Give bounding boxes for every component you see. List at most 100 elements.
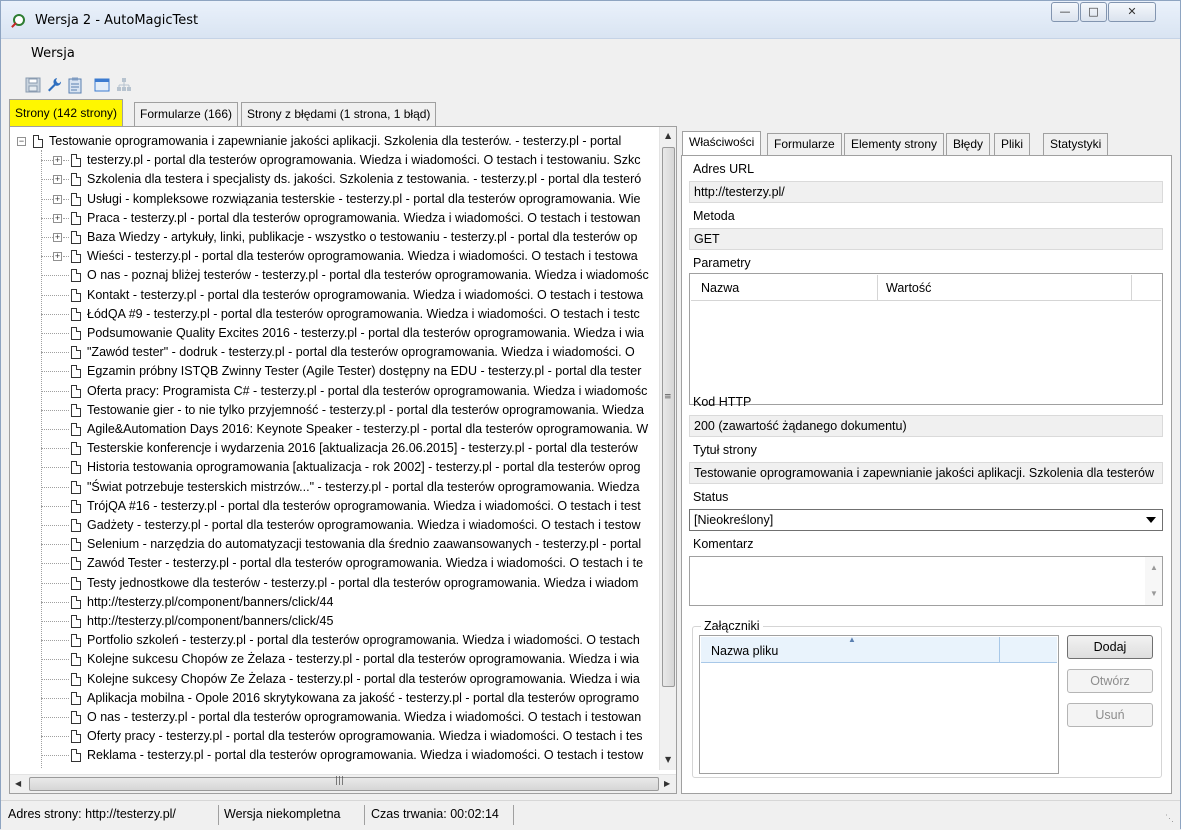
expand-icon[interactable]: + [53,156,62,166]
wrench-icon[interactable] [46,77,64,94]
params-grid[interactable]: Nazwa Wartość [689,273,1163,405]
status-select[interactable]: [Nieokreślony] [689,509,1163,531]
expand-icon[interactable]: + [53,194,62,204]
attachments-grid[interactable]: Nazwa pliku ▲ [699,635,1059,774]
tree-item[interactable]: http://testerzy.pl/component/banners/cli… [11,612,659,631]
collapse-icon[interactable]: − [17,137,26,146]
column-nazwa[interactable]: Nazwa [701,281,739,295]
tree-item[interactable]: "Świat potrzebuje testerskich mistrzów..… [11,478,659,497]
tree-item-label: Szkolenia dla testera i specjalisty ds. … [87,172,642,187]
tree-item[interactable]: Newsflash - testerzy.pl - portal dla tes… [11,766,659,769]
open-button[interactable]: Otwórz [1067,669,1153,693]
tab-formularze-page[interactable]: Formularze [767,133,842,155]
tab-wlasciwosci[interactable]: Właściwości [682,131,762,155]
tree-item[interactable]: + Usługi - kompleksowe rozwiązania tester… [11,190,659,209]
comment-scrollbar[interactable]: ▲ ▼ [1145,557,1162,605]
maximize-button[interactable]: □ [1080,2,1107,22]
tab-strony-z-bledami[interactable]: Strony z błędami (1 strona, 1 błąd) [241,102,437,126]
tree-item[interactable]: + Baza Wiedzy - artykuły, linki, publikac… [11,228,659,247]
expand-icon[interactable]: + [53,233,62,242]
comment-textarea[interactable]: ▲ ▼ [689,556,1163,606]
tree-item[interactable]: + Szkolenia dla testera i specjalisty ds.… [11,170,659,189]
close-button[interactable]: ✕ [1108,2,1156,22]
page-icon [71,211,81,225]
url-field[interactable]: http://testerzy.pl/ [689,181,1163,203]
tree-item[interactable]: + Praca - testerzy.pl - portal dla tester… [11,209,659,228]
page-title-field[interactable]: Testowanie oprogramowania i zapewnianie … [689,462,1163,484]
tree-item[interactable]: TrójQA #16 - testerzy.pl - portal dla te… [11,497,659,516]
minimize-button[interactable]: — [1051,2,1079,22]
tab-elementy-strony[interactable]: Elementy strony [844,133,945,155]
scroll-up-icon[interactable]: ▲ [665,131,671,140]
tree-item[interactable]: Historia testowania oprogramowania [aktu… [11,458,659,477]
scroll-down-icon[interactable]: ▼ [1150,589,1158,598]
add-button[interactable]: Dodaj [1067,635,1153,659]
page-icon [71,557,81,571]
tree-item[interactable]: Zawód Tester - testerzy.pl - portal dla … [11,554,659,573]
scroll-left-icon[interactable]: ◀ [15,779,21,788]
title-bar[interactable]: Wersja 2 - AutoMagicTest — □ ✕ [1,1,1180,39]
tree-item-label: "Świat potrzebuje testerskich mistrzów..… [87,479,640,494]
scroll-right-icon[interactable]: ▶ [664,779,670,788]
tree-item[interactable]: Podsumowanie Quality Excites 2016 - test… [11,324,659,343]
resize-grip-icon[interactable]: ⋱ [1165,813,1174,824]
tree-item[interactable]: Kontakt - testerzy.pl - portal dla teste… [11,286,659,305]
tree-item[interactable]: Oferty pracy - testerzy.pl - portal dla … [11,727,659,746]
tree-item[interactable]: Gadżety - testerzy.pl - portal dla teste… [11,516,659,535]
tree-item[interactable]: http://testerzy.pl/component/banners/cli… [11,593,659,612]
scroll-down-icon[interactable]: ▼ [665,755,671,764]
pages-tree[interactable]: − Testowanie oprogramowania i zapewniani… [11,128,659,768]
save-icon[interactable] [25,77,43,94]
tree-item-label: Newsflash - testerzy.pl - portal dla tes… [87,766,643,769]
clipboard-icon[interactable] [67,77,85,94]
column-wartosc[interactable]: Wartość [886,281,931,295]
tab-formularze[interactable]: Formularze (166) [134,102,239,126]
remove-button[interactable]: Usuń [1067,703,1153,727]
tree-item-label: Kolejne sukcesy Chopów Ze Żelaza - teste… [87,671,640,686]
tree-item[interactable]: Agile&Automation Days 2016: Keynote Spea… [11,420,659,439]
tree-horizontal-scrollbar[interactable]: ◀ ||| ▶ [10,774,676,793]
column-nazwa-pliku[interactable]: Nazwa pliku [711,644,778,658]
window-icon[interactable] [94,77,112,94]
tree-vertical-scrollbar[interactable]: ▲ ≡ ▼ [659,127,676,770]
menu-wersja[interactable]: Wersja [31,46,75,61]
tree-item-label: Testerskie konferencje i wydarzenia 2016… [87,441,638,456]
expand-icon[interactable]: + [53,252,62,262]
http-code-field[interactable]: 200 (zawartość żądanego dokumentu) [689,415,1163,437]
tab-statystyki[interactable]: Statystyki [1043,133,1109,155]
expand-icon[interactable]: + [53,213,62,223]
tree-item-label: Aplikacja mobilna - Opole 2016 skrytykow… [87,690,640,705]
page-icon [71,480,81,494]
tree-item[interactable]: O nas - testerzy.pl - portal dla testeró… [11,708,659,727]
tree-item[interactable]: Aplikacja mobilna - Opole 2016 skrytykow… [11,689,659,708]
tree-item[interactable]: + Wieści - testerzy.pl - portal dla teste… [11,247,659,266]
tree-item[interactable]: + testerzy.pl - portal dla testerów oprog… [11,151,659,170]
hierarchy-icon[interactable] [116,77,134,94]
tree-item[interactable]: Testy jednostkowe dla testerów - testerz… [11,574,659,593]
params-label: Parametry [693,256,751,270]
tree-item[interactable]: Portfolio szkoleń - testerzy.pl - portal… [11,631,659,650]
tree-item[interactable]: Kolejne sukcesy Chopów Ze Żelaza - teste… [11,670,659,689]
tree-item[interactable]: Testowanie gier - to nie tylko przyjemno… [11,401,659,420]
tree-item[interactable]: Testerskie konferencje i wydarzenia 2016… [11,439,659,458]
tree-item[interactable]: ŁódQA #9 - testerzy.pl - portal dla test… [11,305,659,324]
scroll-up-icon[interactable]: ▲ [1150,563,1158,572]
tree-item-label: testerzy.pl - portal dla testerów oprogr… [87,153,641,168]
tree-item[interactable]: Egzamin próbny ISTQB Zwinny Tester (Agil… [11,362,659,381]
tree-item[interactable]: "Zawód tester" - dodruk - testerzy.pl - … [11,343,659,362]
tree-item[interactable]: Oferta pracy: Programista C# - testerzy.… [11,382,659,401]
method-field[interactable]: GET [689,228,1163,250]
expand-icon[interactable]: + [53,175,62,185]
tree-item[interactable]: Kolejne sukcesu Chopów ze Żelaza - teste… [11,650,659,669]
tree-item-label: Praca - testerzy.pl - portal dla testeró… [87,210,641,225]
tree-item-label: Wieści - testerzy.pl - portal dla tester… [87,249,638,264]
tree-item[interactable]: Selenium - narzędzia do automatyzacji te… [11,535,659,554]
tab-bledy[interactable]: Błędy [946,133,991,155]
tree-item-label: Zawód Tester - testerzy.pl - portal dla … [87,556,644,571]
tab-pliki[interactable]: Pliki [994,133,1031,155]
scroll-thumb[interactable] [662,147,675,687]
tree-item[interactable]: O nas - poznaj bliżej testerów - testerz… [11,266,659,285]
tab-strony[interactable]: Strony (142 strony) [9,99,124,126]
tree-root[interactable]: − Testowanie oprogramowania i zapewniani… [11,132,659,151]
tree-item[interactable]: Reklama - testerzy.pl - portal dla teste… [11,746,659,765]
